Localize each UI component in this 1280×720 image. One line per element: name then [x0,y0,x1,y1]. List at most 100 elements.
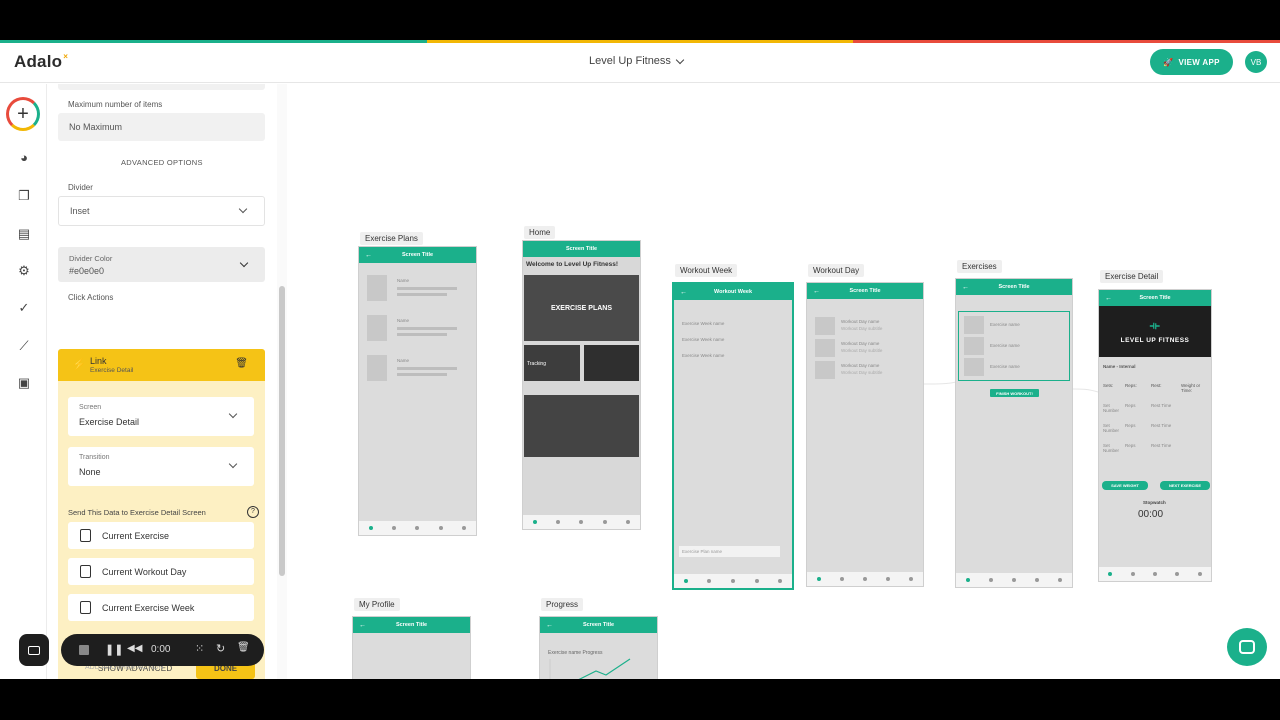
help-chat-button[interactable] [1227,628,1267,666]
rewind-icon[interactable]: ◀◀ [127,643,142,654]
back-arrow-icon: ← [680,288,687,296]
exercise-name: Name - Internal [1103,364,1136,369]
data-item-current-exercise-week[interactable]: Current Exercise Week [68,594,254,621]
max-items-label: Maximum number of items [68,100,163,109]
view-app-button[interactable]: 🚀 VIEW APP [1150,49,1233,75]
back-arrow-icon: ← [365,251,372,259]
screen-exercises[interactable]: ← Screen Title Exercise name Exercise nam… [955,278,1073,588]
database-icon[interactable]: ▤ [16,227,32,241]
screens-icon[interactable]: ❐ [16,189,32,203]
screen-label-exercise-detail[interactable]: Exercise Detail [1100,270,1164,283]
save-weight-button: SAVE WEIGHT [1102,481,1148,490]
settings-icon[interactable]: ⚙ [16,264,32,278]
input-placeholder: Exercise Plan name [682,549,723,554]
camera-toggle[interactable] [19,634,49,666]
rocket-icon: 🚀 [1163,57,1174,67]
tracking-text: Tracking [527,361,546,367]
screen-title: Screen Title [582,622,615,628]
finish-workout-button: FINISH WORKOUT! [990,389,1039,397]
transition-select[interactable]: Transition None [68,447,254,486]
set-number: Set Number [1103,443,1120,453]
list-item: Workout Day name Workout Day subtitle [815,317,915,335]
adalo-logo[interactable]: Adalo× [14,52,68,72]
chat-icon [1239,640,1255,654]
previous-field [58,84,265,90]
screen-header: ← Screen Title [807,283,923,299]
exercise-plans-banner: EXERCISE PLANS [524,275,639,341]
screen-exercise-detail[interactable]: ← Screen Title ⟛ LEVEL UP FITNESS Name - … [1098,289,1212,582]
action-title: Link [90,356,107,366]
screen-label-exercise-plans[interactable]: Exercise Plans [360,232,423,245]
max-items-value: No Maximum [69,122,123,132]
list-item-title: Exercise name [990,364,1020,369]
data-item-current-exercise[interactable]: Current Exercise [68,522,254,549]
screen-header: ← Screen Title [1099,290,1211,306]
trash-icon[interactable]: 🗑 [237,642,250,653]
panel-scrollbar-thumb[interactable] [279,286,285,576]
screen-workout-day[interactable]: ← Screen Title Workout Day name Workout Da… [806,282,924,587]
col-reps: Reps: [1125,383,1137,388]
screen-label-workout-week[interactable]: Workout Week [675,264,738,277]
grid-icon[interactable]: ⁙ [195,642,204,655]
reps-value: Reps [1125,403,1136,408]
list-item: Workout Day name Workout Day subtitle [815,361,915,379]
list-item-title: Workout Day name [841,363,880,368]
max-items-input[interactable]: No Maximum [58,113,265,141]
screen-exercise-plans[interactable]: ← Screen Title Name Name Name [358,246,477,536]
screen-select[interactable]: Screen Exercise Detail [68,397,254,436]
brand-banner: ⟛ LEVEL UP FITNESS [1099,306,1211,357]
stop-icon[interactable] [79,645,89,655]
tab-bar [523,515,640,529]
logo-text: Adalo [14,52,63,71]
add-icon[interactable]: + [6,97,40,131]
tracking-tile: Tracking [524,345,580,381]
screen-progress[interactable]: ← Screen Title Exercise name Progress [539,616,658,679]
trash-icon[interactable]: 🗑 [235,358,248,369]
avatar[interactable]: VB [1245,51,1267,73]
col-weight: Weight or Time: [1181,383,1201,393]
data-item-label: Current Exercise [102,530,170,541]
screen-title: Screen Title [1139,295,1171,301]
view-app-label: VIEW APP [1178,57,1220,67]
divider-select[interactable]: Inset [58,196,265,226]
data-item-current-workout-day[interactable]: Current Workout Day [68,558,254,585]
screen-my-profile[interactable]: ← Screen Title [352,616,471,679]
screen-label-my-profile[interactable]: My Profile [354,598,400,611]
transition-label: Transition [79,454,110,461]
rest-value: Rest Time [1151,423,1172,428]
app-canvas[interactable]: Exercise Plans ← Screen Title Name Name N… [288,84,1280,679]
stopwatch-timer: 00:00 [1138,509,1164,520]
col-rest: Rest: [1151,383,1162,388]
divider-color-picker[interactable]: Divider Color #e0e0e0 [58,247,265,282]
app-switcher[interactable]: Level Up Fitness [589,55,685,67]
pause-icon[interactable]: ❚❚ [105,643,123,656]
palette-icon[interactable]: ◕ [16,151,32,165]
reps-value: Reps [1125,443,1136,448]
screen-label-exercises[interactable]: Exercises [957,260,1002,273]
screen-home[interactable]: Screen Title Welcome to Level Up Fitness… [522,240,641,530]
set-number: Set Number [1103,403,1120,413]
tab-bar [359,521,476,535]
screen-label-workout-day[interactable]: Workout Day [808,264,865,277]
screen-header: ← Screen Title [353,617,470,633]
screen-workout-week[interactable]: ← Workout Week Exercise Week name Exercis… [672,282,794,590]
screen-header: Screen Title [523,241,640,257]
tab-bar [674,574,792,588]
publish-icon[interactable]: ✓ [16,301,32,315]
restart-icon[interactable]: ↻ [216,642,225,655]
screen-title: Screen Title [998,284,1030,290]
divider-value: Inset [70,206,90,216]
screen-label-progress[interactable]: Progress [541,598,584,611]
action-header[interactable]: ⚡ Link Exercise Detail 🗑 [58,349,265,381]
help-icon[interactable]: ? [247,506,259,518]
versions-icon[interactable]: ▣ [16,376,32,390]
screen-label-home[interactable]: Home [524,226,556,239]
list-item-title: Workout Day name [841,341,880,346]
screen-value: Exercise Detail [79,417,140,427]
analytics-icon[interactable]: ⟋ [16,339,32,353]
list-item-title: Exercise name [990,343,1020,348]
list-item-title: Exercise name [990,322,1020,327]
properties-panel: Maximum number of items No Maximum ADVAN… [47,84,287,679]
list-item-title: Exercise Week name [682,321,725,326]
list-item: Name [367,275,468,303]
